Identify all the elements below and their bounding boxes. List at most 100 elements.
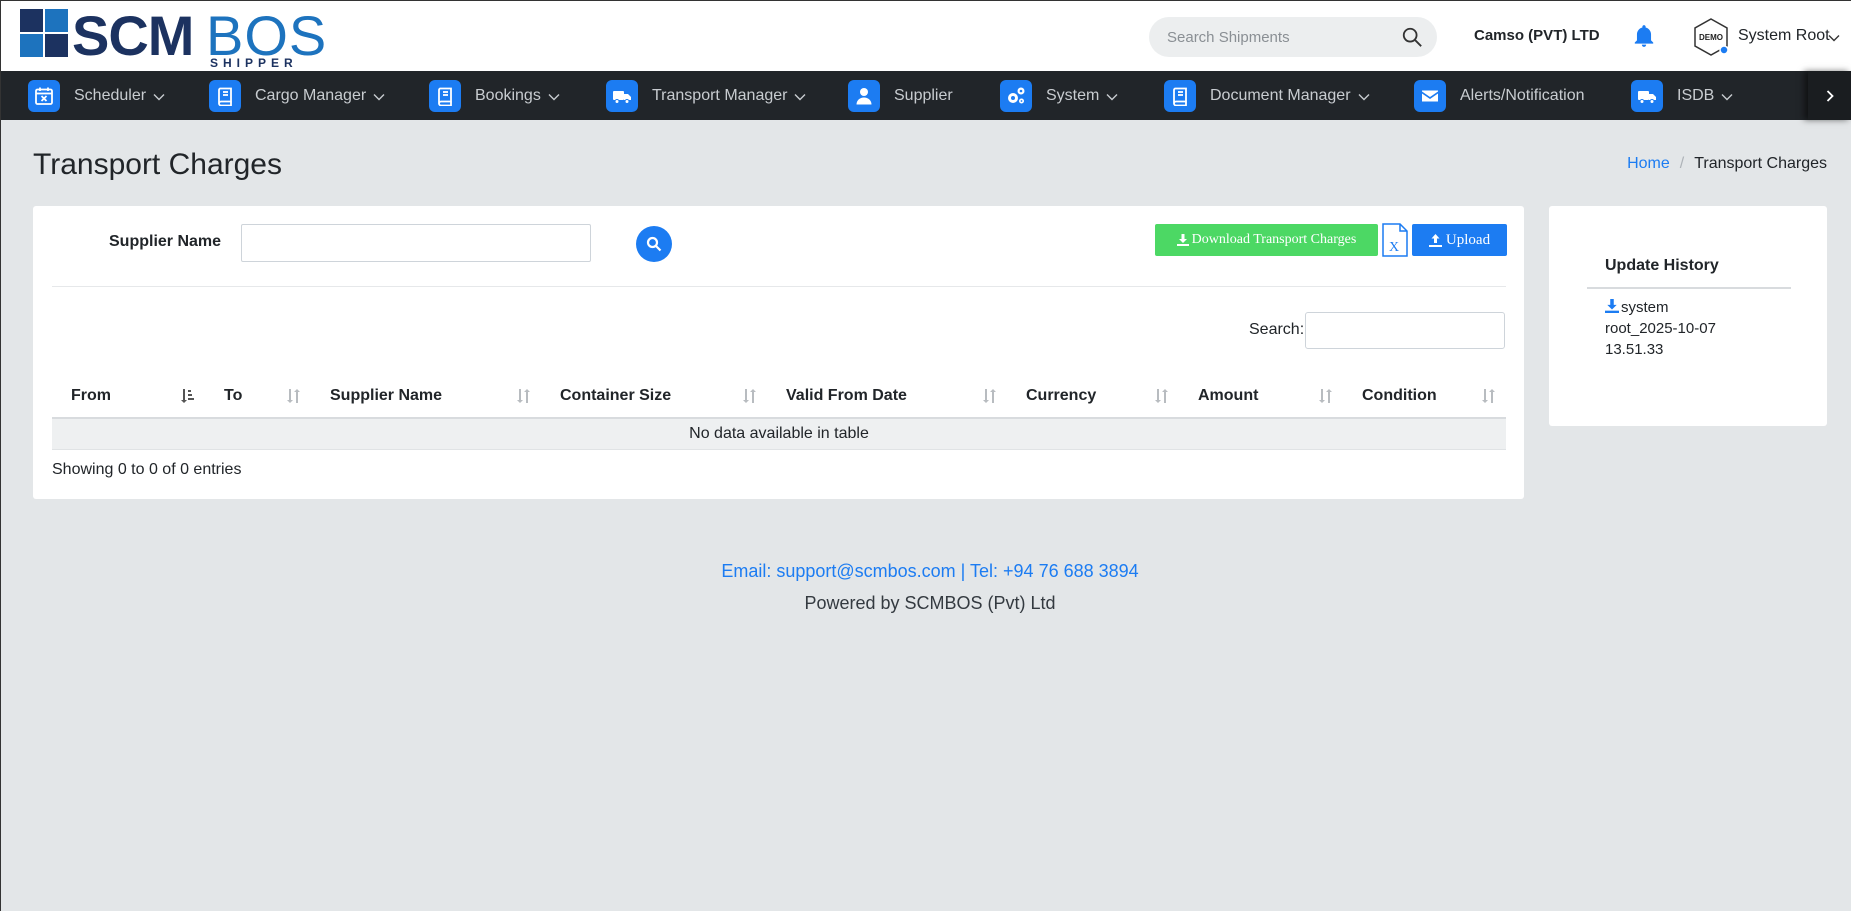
footer-contact[interactable]: Email: support@scmbos.com | Tel: +94 76 … [1,561,1851,582]
chevron-right-icon [1826,89,1834,102]
column-header-currency[interactable]: Currency [1007,374,1179,419]
top-header: SCM BOS SHIPPER Camso (PVT) LTD DEMO Sys… [1,1,1851,71]
sort-icon [1319,389,1332,403]
update-history-entry-label: system root_2025-10-07 13.51.33 [1605,299,1716,358]
truck-icon [1631,79,1663,112]
nav-label: Cargo Manager [255,86,367,104]
nav-item-scheduler[interactable]: Scheduler [28,71,166,120]
table-row: No data available in table [52,418,1506,450]
transport-charges-card: Supplier Name Download Transport Charges… [33,206,1524,499]
nav-item-bookings[interactable]: Bookings [429,71,561,120]
table-info: Showing 0 to 0 of 0 entries [52,461,242,478]
nav-scroll-right-button[interactable] [1808,71,1851,120]
excel-file-icon[interactable]: X [1381,223,1409,257]
gears-icon [1000,79,1032,112]
chevron-down-icon[interactable] [1827,31,1841,45]
upload-button[interactable]: Upload [1412,224,1507,256]
scmbos-logo[interactable]: SCM BOS SHIPPER [20,4,330,70]
table-search-label: Search: [1249,321,1305,338]
sort-icon [287,389,300,403]
update-history-entry[interactable]: system root_2025-10-07 13.51.33 [1605,297,1745,360]
chevron-down-icon [1106,94,1118,101]
truck-icon [606,79,638,112]
column-header-label: To [224,386,243,404]
column-header-amount[interactable]: Amount [1179,374,1343,419]
book-icon [1164,79,1196,112]
breadcrumb-current: Transport Charges [1694,155,1827,172]
nav-item-system[interactable]: System [1000,71,1119,120]
notification-bell-icon[interactable] [1631,23,1657,49]
nav-label: Scheduler [74,86,147,104]
breadcrumb-separator: / [1679,155,1685,172]
nav-item-document-manager[interactable]: Document Manager [1164,71,1371,120]
logo-text-main: SCM [72,4,194,67]
download-button-label: Download Transport Charges [1191,232,1357,247]
user-name[interactable]: System Root [1738,27,1830,45]
column-header-condition[interactable]: Condition [1343,374,1506,419]
sort-icon [517,389,530,403]
nav-item-transport-manager[interactable]: Transport Manager [606,71,807,120]
logo-subtitle: SHIPPER [210,56,298,70]
nav-item-alerts-notification[interactable]: Alerts/Notification [1414,71,1585,120]
column-header-valid-from-date[interactable]: Valid From Date [767,374,1007,419]
column-header-label: Condition [1362,386,1437,404]
nav-item-supplier[interactable]: Supplier [848,71,953,120]
sort-ascending-icon [181,389,194,403]
table-search-input[interactable] [1305,312,1505,349]
download-icon [1605,299,1619,313]
update-history-title: Update History [1605,257,1719,274]
chevron-down-icon [794,94,806,101]
shipment-search-box [1149,17,1437,57]
breadcrumb-home-link[interactable]: Home [1627,155,1670,173]
upload-button-label: Upload [1445,231,1491,248]
footer-powered-by: Powered by SCMBOS (Pvt) Ltd [804,593,1056,613]
column-header-from[interactable]: From [52,374,205,419]
chevron-down-icon [548,94,560,101]
company-name: Camso (PVT) LTD [1474,27,1600,44]
nav-item-cargo-manager[interactable]: Cargo Manager [209,71,386,120]
sort-icon [983,389,996,403]
supplier-name-input[interactable] [241,224,591,262]
column-header-label: From [71,386,111,404]
update-history-divider [1587,287,1791,289]
table-header-row: From To Supplier Name Container Size Val… [52,374,1506,419]
transport-charges-table: From To Supplier Name Container Size Val… [52,374,1506,450]
card-divider [52,286,1506,287]
breadcrumb: Home / Transport Charges [1627,155,1827,173]
column-header-label: Currency [1026,386,1097,404]
svg-text:X: X [1389,240,1399,255]
shipment-search-input[interactable] [1167,17,1387,57]
main-nav: Scheduler Cargo Manager Bookings Transpo… [1,71,1851,120]
avatar-text: DEMO [1699,33,1723,42]
table-empty-message: No data available in table [52,418,1506,450]
nav-label: Document Manager [1210,86,1351,104]
column-header-label: Valid From Date [786,386,907,404]
sort-icon [1482,389,1495,403]
nav-label: Transport Manager [652,86,788,104]
envelope-icon [1414,79,1446,112]
search-icon[interactable] [1401,26,1423,48]
column-header-supplier-name[interactable]: Supplier Name [311,374,541,419]
update-history-card: Update History system root_2025-10-07 13… [1549,206,1827,426]
user-avatar[interactable]: DEMO [1691,17,1731,57]
sort-icon [1155,389,1168,403]
nav-label: System [1046,86,1100,104]
page-title: Transport Charges [33,148,282,181]
column-header-container-size[interactable]: Container Size [541,374,767,419]
supplier-search-button[interactable] [636,226,672,262]
download-transport-charges-button[interactable]: Download Transport Charges [1155,224,1378,256]
column-header-to[interactable]: To [205,374,311,419]
nav-item-isdb[interactable]: ISDB [1631,71,1734,120]
chevron-down-icon [153,94,165,101]
nav-label: Supplier [894,86,953,104]
download-icon [1176,234,1189,246]
chevron-down-icon [373,94,385,101]
supplier-name-label: Supplier Name [109,233,222,250]
user-icon [848,79,880,112]
column-header-label: Amount [1198,386,1259,404]
column-header-label: Supplier Name [330,386,443,404]
logo-mark [20,9,68,57]
column-header-label: Container Size [560,386,672,404]
sort-icon [743,389,756,403]
search-icon [646,236,662,252]
